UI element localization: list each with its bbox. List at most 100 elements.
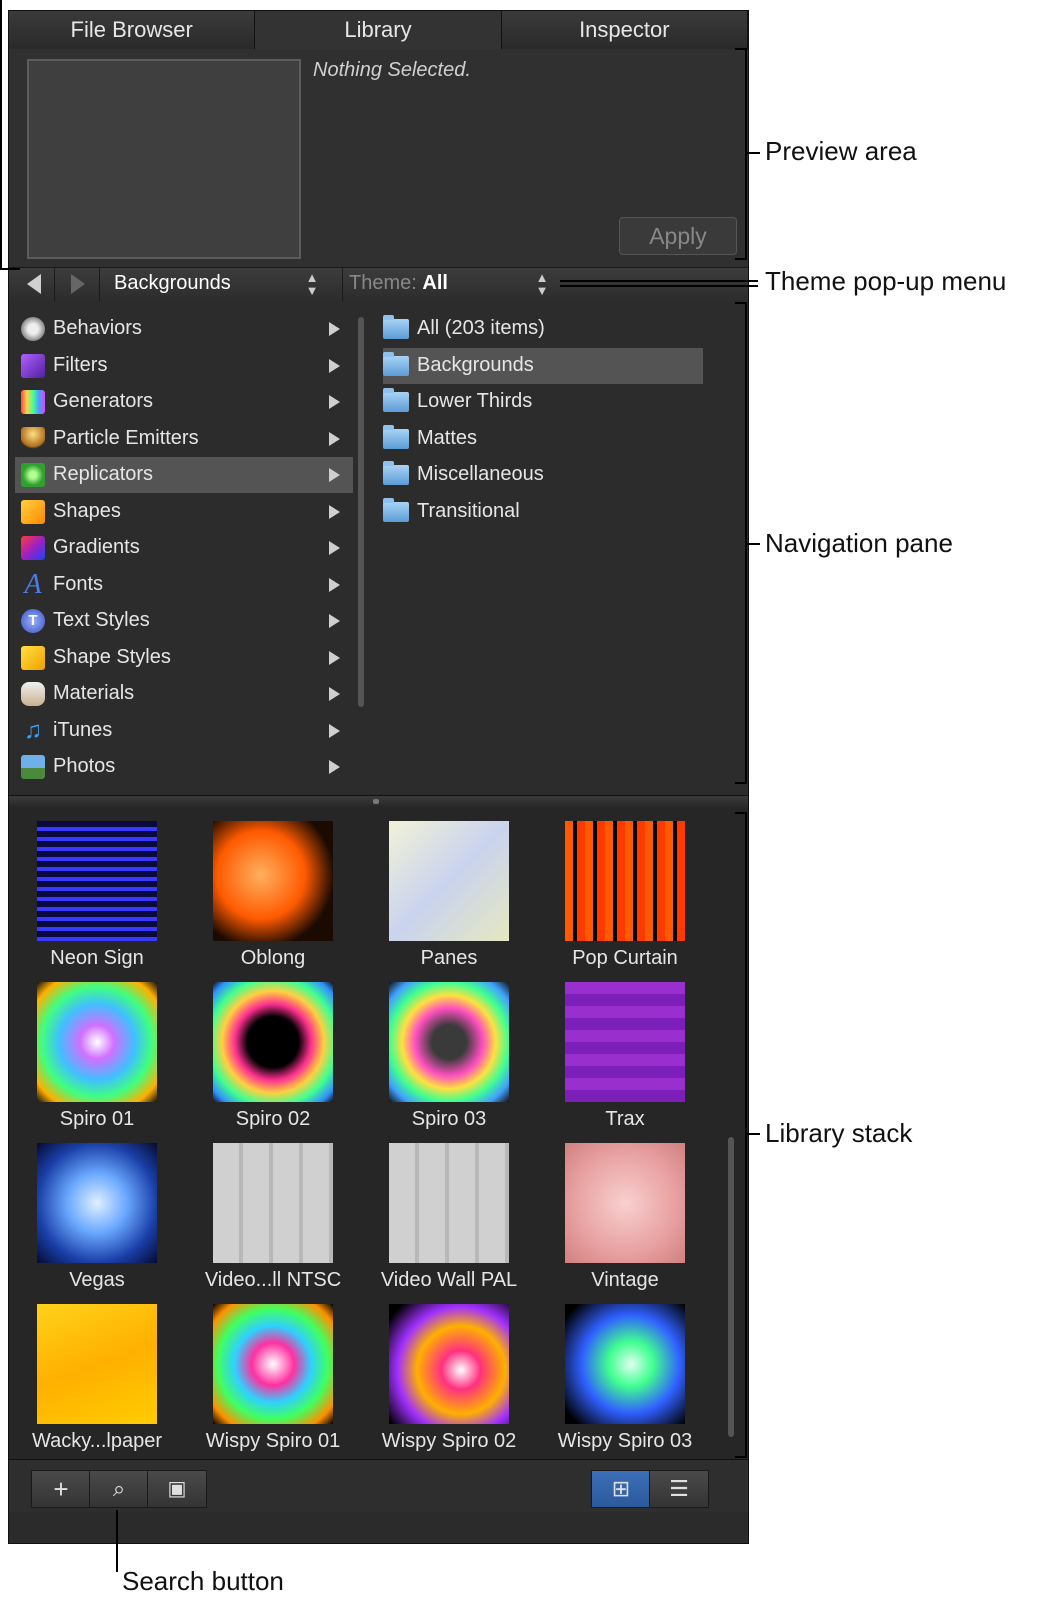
disclosure-arrow-icon	[329, 651, 340, 665]
annotation-navigation-pane: Navigation pane	[765, 528, 953, 558]
library-item-thumbnail[interactable]	[213, 1304, 333, 1424]
folder-item-all[interactable]: All (203 items)	[383, 311, 703, 347]
tab-file-browser[interactable]: File Browser	[9, 11, 256, 50]
list-view-button[interactable]: ☰	[649, 1470, 709, 1508]
add-button[interactable]: +	[31, 1470, 91, 1508]
folder-icon	[383, 388, 409, 412]
sidebar-item-text-styles[interactable]: T Text Styles	[15, 603, 353, 639]
folder-icon	[383, 461, 409, 485]
category-scrollbar[interactable]	[358, 317, 364, 707]
library-item-thumbnail[interactable]	[565, 821, 685, 941]
sidebar-item-filters[interactable]: Filters	[15, 348, 353, 384]
divider	[342, 268, 343, 302]
sidebar-item-photos[interactable]: Photos	[15, 749, 353, 785]
sidebar-item-label: Filters	[53, 354, 108, 376]
library-item-thumbnail[interactable]	[389, 982, 509, 1102]
folder-item-transitional[interactable]: Transitional	[383, 494, 703, 530]
back-arrow-icon[interactable]	[27, 274, 41, 294]
library-item-thumbnail[interactable]	[37, 821, 157, 941]
tab-inspector[interactable]: Inspector	[501, 11, 748, 50]
theme-label: Theme:	[349, 272, 417, 294]
sidebar-item-shape-styles[interactable]: Shape Styles	[15, 640, 353, 676]
folder-item-lower-thirds[interactable]: Lower Thirds	[383, 384, 703, 420]
annotation-search-button: Search button	[122, 1566, 284, 1596]
library-item-label: Panes	[420, 947, 478, 969]
bottom-toolbar: + ⌕ ▣ ⊞ ☰	[9, 1459, 748, 1512]
particle-emitters-icon	[21, 427, 45, 451]
library-item-thumbnail[interactable]	[213, 821, 333, 941]
library-item-thumbnail[interactable]	[213, 982, 333, 1102]
category-popup[interactable]: Backgrounds	[114, 272, 231, 295]
sidebar-item-shapes[interactable]: Shapes	[15, 494, 353, 530]
disclosure-arrow-icon	[329, 760, 340, 774]
sidebar-item-replicators[interactable]: Replicators	[15, 457, 353, 493]
tab-library[interactable]: Library	[255, 11, 502, 49]
folder-label: All (203 items)	[417, 317, 545, 339]
sidebar-item-label: Shapes	[53, 500, 121, 522]
icon-view-button[interactable]: ⊞	[591, 1470, 651, 1508]
forward-arrow-icon[interactable]	[71, 274, 85, 294]
callout-line	[0, 268, 20, 270]
folder-label: Lower Thirds	[417, 390, 533, 412]
apply-button[interactable]: Apply	[619, 217, 737, 255]
category-stepper-icon[interactable]: ▲ ▼	[305, 271, 319, 297]
folder-item-backgrounds[interactable]: Backgrounds	[383, 348, 703, 384]
search-button[interactable]: ⌕	[89, 1470, 149, 1508]
library-item-thumbnail[interactable]	[565, 1143, 685, 1263]
sidebar-item-materials[interactable]: Materials	[15, 676, 353, 712]
search-icon: ⌕	[112, 1476, 126, 1501]
replicators-icon	[21, 463, 45, 487]
disclosure-arrow-icon	[329, 432, 340, 446]
text-styles-icon: T	[21, 609, 45, 633]
disclosure-arrow-icon	[329, 724, 340, 738]
library-item-label: Wispy Spiro 01	[205, 1430, 341, 1452]
library-item-thumbnail[interactable]	[213, 1143, 333, 1263]
library-item-thumbnail[interactable]	[37, 982, 157, 1102]
divider	[54, 268, 55, 302]
disclosure-arrow-icon	[329, 395, 340, 409]
library-item-thumbnail[interactable]	[389, 821, 509, 941]
callout-bracket	[735, 812, 747, 814]
folder-item-mattes[interactable]: Mattes	[383, 421, 703, 457]
library-item-thumbnail[interactable]	[37, 1143, 157, 1263]
callout-bracket	[735, 48, 747, 50]
callout-line	[0, 0, 2, 270]
library-item-label: Wispy Spiro 03	[557, 1430, 693, 1452]
library-item-thumbnail[interactable]	[389, 1143, 509, 1263]
library-item-thumbnail[interactable]	[565, 982, 685, 1102]
folder-label: Backgrounds	[417, 354, 534, 376]
preview-toggle-button[interactable]: ▣	[147, 1470, 207, 1508]
sidebar-item-label: Behaviors	[53, 317, 142, 339]
shape-styles-icon	[21, 646, 45, 670]
library-item-thumbnail[interactable]	[565, 1304, 685, 1424]
callout-bracket	[735, 258, 747, 260]
preview-icon: ▣	[167, 1478, 187, 1500]
library-item-label: Vegas	[69, 1269, 125, 1291]
theme-popup-menu[interactable]: Theme: All	[349, 272, 448, 295]
sidebar-item-particle-emitters[interactable]: Particle Emitters	[15, 421, 353, 457]
library-item-thumbnail[interactable]	[37, 1304, 157, 1424]
stack-scrollbar[interactable]	[728, 1137, 734, 1437]
disclosure-arrow-icon	[329, 578, 340, 592]
folder-item-miscellaneous[interactable]: Miscellaneous	[383, 457, 703, 493]
library-item-thumbnail[interactable]	[389, 1304, 509, 1424]
sidebar-item-itunes[interactable]: ♫ iTunes	[15, 713, 353, 749]
preview-thumbnail	[27, 59, 301, 259]
fonts-icon: A	[24, 569, 42, 600]
folder-icon	[383, 352, 409, 376]
folder-label: Transitional	[417, 500, 520, 522]
sidebar-item-label: Generators	[53, 390, 154, 412]
sidebar-item-behaviors[interactable]: Behaviors	[15, 311, 353, 347]
library-item-label: Neon Sign	[50, 947, 144, 969]
sidebar-item-label: Particle Emitters	[53, 427, 199, 449]
library-item-label: Spiro 02	[235, 1108, 311, 1130]
callout-line	[116, 1510, 118, 1572]
sidebar-item-label: Text Styles	[53, 609, 150, 631]
callout-bracket	[745, 812, 747, 1458]
sidebar-item-gradients[interactable]: Gradients	[15, 530, 353, 566]
theme-stepper-icon[interactable]: ▲ ▼	[535, 271, 549, 297]
sidebar-item-fonts[interactable]: A Fonts	[15, 567, 353, 603]
sidebar-item-generators[interactable]: Generators	[15, 384, 353, 420]
library-item-label: Spiro 03	[411, 1108, 487, 1130]
folder-icon	[383, 425, 409, 449]
